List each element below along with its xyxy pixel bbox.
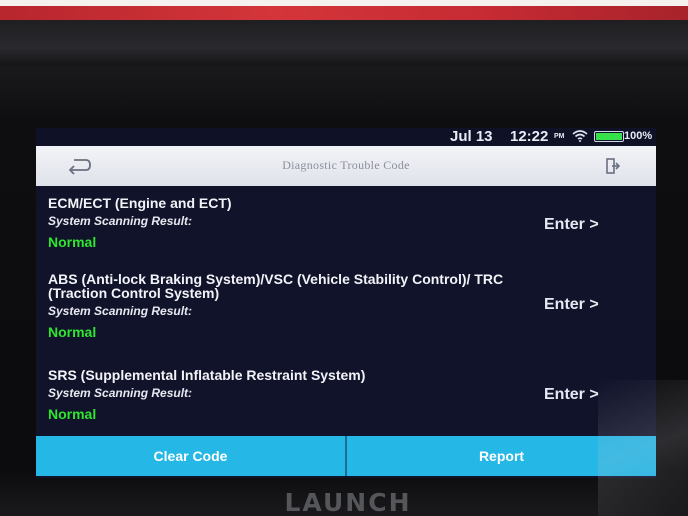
report-button[interactable]: Report: [347, 436, 656, 476]
device-photo: LAUNCH Jul 13 12:22 PM 100% Diagnostic T…: [0, 0, 688, 516]
battery-level-fill: [596, 133, 622, 140]
system-name: ABS (Anti-lock Braking System)/VSC (Vehi…: [48, 271, 504, 301]
exit-icon[interactable]: [606, 158, 620, 174]
brand-logo: LAUNCH: [284, 490, 412, 516]
scanning-result-label: System Scanning Result:: [48, 386, 193, 400]
enter-button[interactable]: Enter >: [544, 386, 624, 404]
system-name: SRS (Supplemental Inflatable Restraint S…: [48, 367, 366, 383]
device-bezel-top: [0, 20, 688, 66]
scanning-result-value: Normal: [48, 406, 97, 422]
status-bar: Jul 13 12:22 PM 100%: [36, 128, 656, 146]
scanning-result-value: Normal: [48, 234, 97, 250]
clear-code-button[interactable]: Clear Code: [36, 436, 345, 476]
back-arrow-icon[interactable]: [66, 156, 92, 176]
title-bar: Diagnostic Trouble Code: [36, 146, 656, 186]
status-date: Jul 13: [450, 128, 493, 145]
system-name: ECM/ECT (Engine and ECT): [48, 195, 232, 211]
scanning-result-value: Normal: [48, 324, 97, 340]
battery-percentage: 100%: [624, 130, 653, 142]
scanning-result-label: System Scanning Result:: [48, 304, 193, 318]
enter-button[interactable]: Enter >: [544, 296, 624, 314]
action-bar: Clear Code Report: [36, 436, 656, 476]
page-title: Diagnostic Trouble Code: [282, 158, 410, 172]
enter-button[interactable]: Enter >: [544, 216, 624, 234]
scanning-result-label: System Scanning Result:: [48, 214, 193, 228]
wifi-icon: [572, 130, 588, 142]
tablet-screen: Jul 13 12:22 PM 100% Diagnostic Trouble …: [36, 128, 656, 478]
status-ampm: PM: [554, 133, 565, 140]
device-case-edge: [0, 6, 688, 20]
battery-icon: [594, 131, 624, 142]
status-time: 12:22: [510, 128, 549, 145]
